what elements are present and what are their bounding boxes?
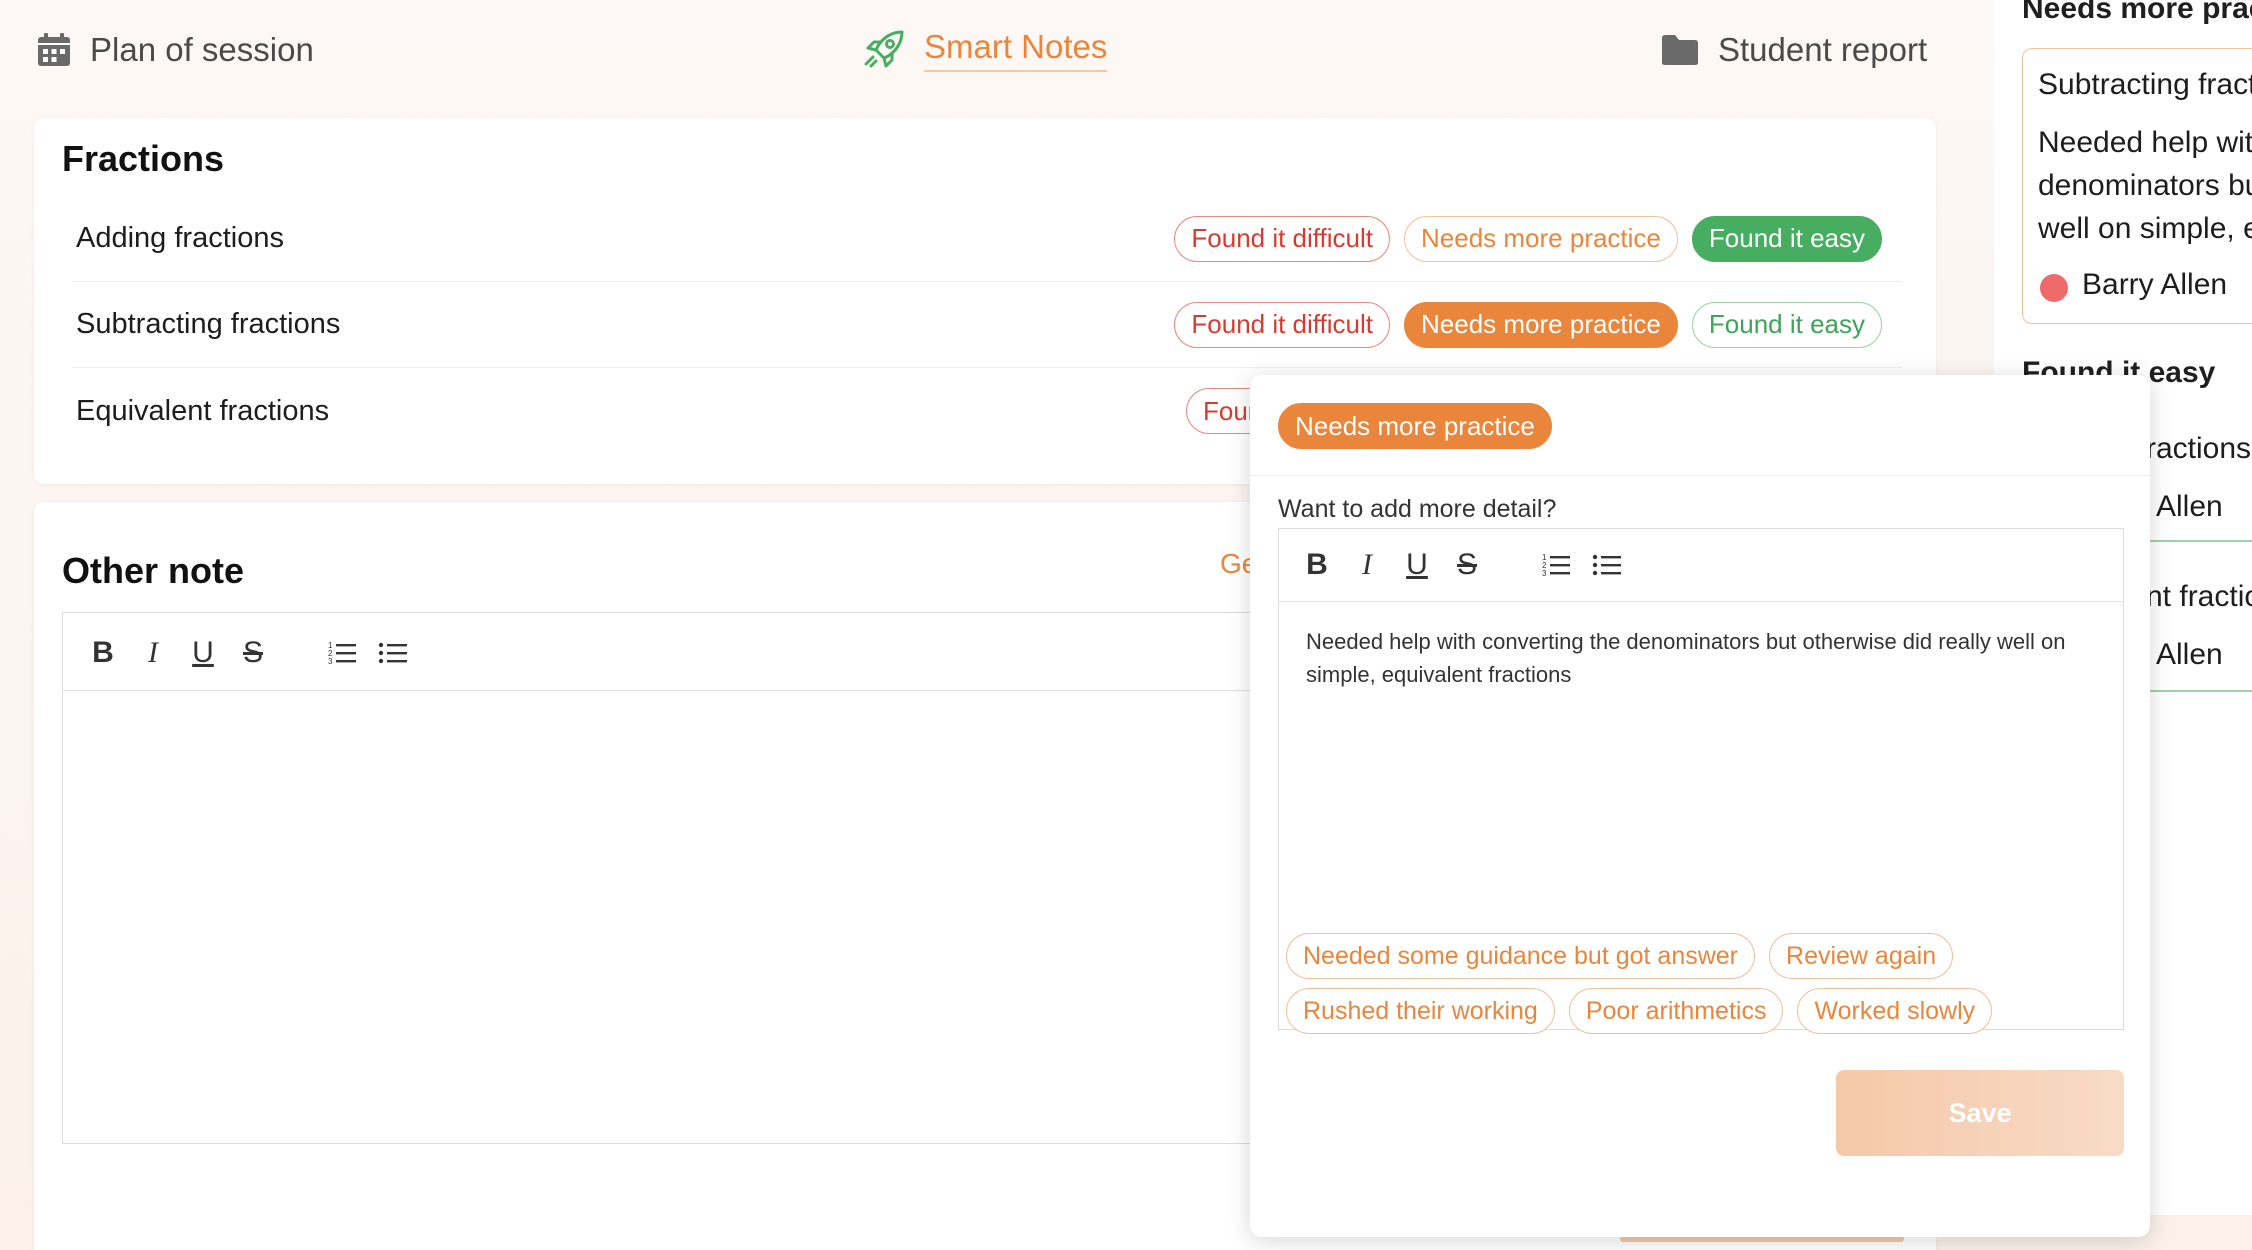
toolbar-divider [1278,601,2124,602]
other-note-editor[interactable] [62,612,1262,1144]
popup-divider [1250,475,2150,476]
suggestion-chip[interactable]: Review again [1769,933,1954,979]
nav-smart-notes-label: Smart Notes [924,28,1108,72]
easy-card-edge [2150,540,2252,542]
strikethrough-button[interactable]: S [228,628,278,678]
save-button[interactable]: Save [1836,1070,2124,1156]
suggestion-chip[interactable]: Needed some guidance but got answer [1286,933,1756,979]
svg-text:3: 3 [328,657,333,666]
underline-button[interactable]: U [1392,540,1442,590]
note-detail-popup: Needs more practice Want to add more det… [1250,375,2150,1237]
bold-button[interactable]: B [1292,540,1342,590]
easy-item-student: Allen [2156,490,2223,523]
svg-text:3: 3 [1542,569,1547,578]
nav-student-report-label: Student report [1718,31,1928,68]
underline-button[interactable]: U [178,628,228,678]
ordered-list-icon[interactable]: 123 [1532,540,1582,590]
found-easy-chip[interactable]: Found it easy [1691,215,1882,262]
strikethrough-button[interactable]: S [1442,540,1492,590]
suggestion-chip[interactable]: Rushed their working [1286,988,1555,1034]
found-easy-chip[interactable]: Found it easy [1691,301,1882,348]
bold-button[interactable]: B [78,628,128,678]
topic-name: Adding fractions [76,222,284,254]
needs-practice-chip[interactable]: Needs more practice [1404,215,1678,262]
found-difficult-chip[interactable]: Found it difficult [1174,215,1391,262]
topic-name: Subtracting fractions [76,308,341,340]
bullet-list-icon[interactable] [368,628,418,678]
ordered-list-icon[interactable]: 123 [318,628,368,678]
needs-practice-heading: Needs more prac [2022,0,2252,25]
student-avatar [2040,274,2068,302]
note-card-text: denominators bu [2038,169,2252,202]
detail-prompt: Want to add more detail? [1278,495,1557,523]
selected-status-chip[interactable]: Needs more practice [1278,403,1552,449]
toolbar-divider [62,690,1262,691]
easy-item-student: Allen [2156,638,2223,671]
suggestion-chip[interactable]: Poor arithmetics [1568,988,1784,1034]
easy-card-edge [2150,690,2252,692]
easy-item-title: ractions [2146,432,2252,465]
note-card-title: Subtracting fract [2038,68,2252,101]
italic-button[interactable]: I [1342,540,1392,590]
note-card-text: Needed help with [2038,126,2252,159]
bullet-list-icon[interactable] [1582,540,1632,590]
detail-editor-text[interactable]: Needed help with converting the denomina… [1306,625,2096,691]
suggestion-row: Rushed their working Poor arithmetics Wo… [1286,988,1993,1034]
topic-name: Equivalent fractions [76,394,330,427]
nav-plan-label: Plan of session [90,31,314,68]
other-note-toolbar: B I U S 123 [78,628,418,678]
needs-practice-chip[interactable]: Needs more practice [1404,301,1678,348]
italic-button[interactable]: I [128,628,178,678]
other-note-title: Other note [62,550,245,591]
topic-row: Adding fractions Found it difficult Need… [72,196,1902,282]
note-card-text: well on simple, ec [2038,212,2252,245]
folder-icon [1660,33,1700,67]
easy-item-title: nt fractio [2146,580,2252,613]
detail-toolbar: B I U S 123 [1292,540,1632,590]
fractions-title: Fractions [62,138,225,179]
rocket-icon [862,28,906,72]
calendar-icon [36,32,72,68]
topic-row: Subtracting fractions Found it difficult… [72,282,1902,368]
nav-smart-notes[interactable]: Smart Notes [862,22,1108,78]
found-difficult-chip[interactable]: Found it difficult [1174,301,1391,348]
nav-student-report[interactable]: Student report [1660,22,1927,78]
student-name: Barry Allen [2082,268,2228,301]
nav-plan-of-session[interactable]: Plan of session [36,22,314,78]
suggestion-row: Needed some guidance but got answer Revi… [1286,933,1954,979]
suggestion-chip[interactable]: Worked slowly [1797,988,1993,1034]
